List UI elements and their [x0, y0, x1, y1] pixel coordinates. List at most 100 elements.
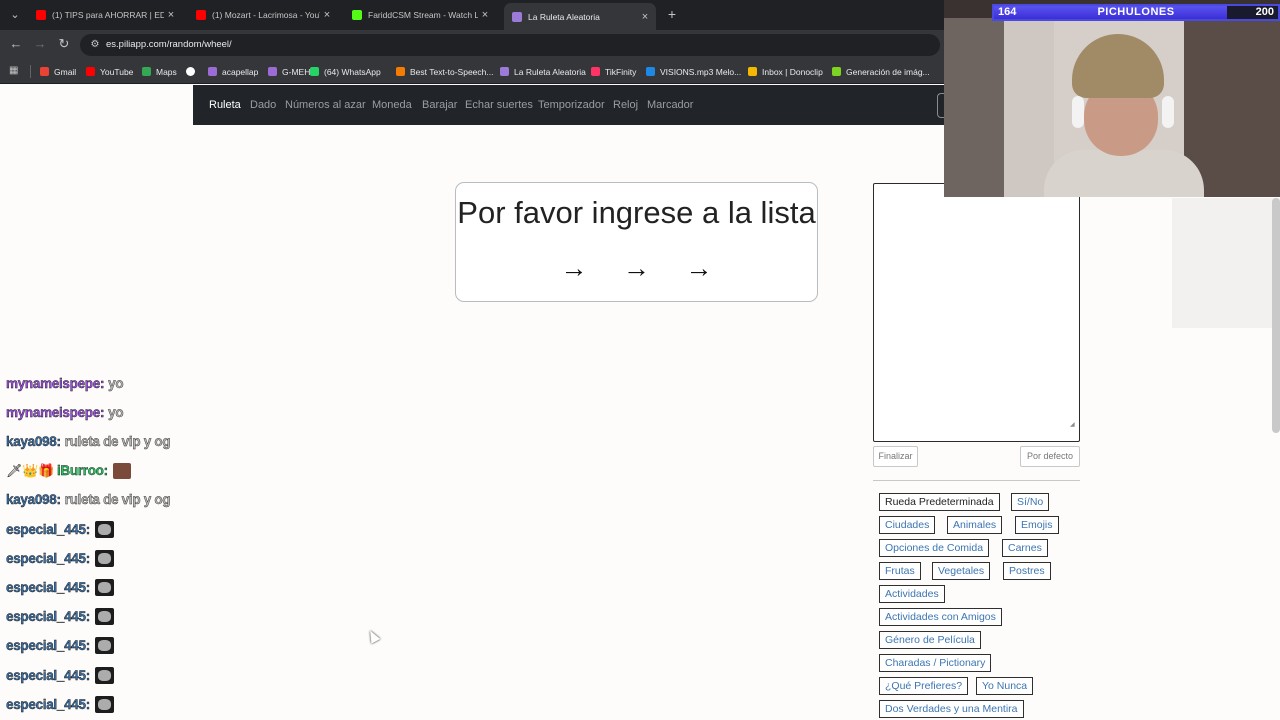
browser-tab[interactable]: La Ruleta Aleatoria ×	[504, 3, 656, 30]
bookmark-icon	[310, 67, 319, 76]
bookmark-icon	[832, 67, 841, 76]
preset-button[interactable]: ¿Qué Prefieres?	[879, 677, 969, 695]
chat-message: kaya098: ruleta de vip y og	[6, 431, 171, 451]
chat-username: especial_445:	[6, 696, 91, 712]
chat-message: especial_445:	[6, 519, 114, 539]
chat-message: mynameispepe: yo	[6, 373, 124, 393]
bookmark-icon	[40, 67, 49, 76]
nav-item[interactable]: Barajar	[422, 85, 457, 126]
preset-button[interactable]: Animales	[947, 516, 1003, 534]
bookmark-icon	[591, 67, 600, 76]
bookmark-label: acapellap	[222, 66, 259, 77]
bookmark-label: Inbox | Donoclip	[762, 66, 823, 77]
preset-button[interactable]: Frutas	[879, 562, 921, 580]
wheel-placeholder[interactable]: Por favor ingrese a la lista → → →	[455, 182, 818, 302]
browser-tab[interactable]: (1) Mozart - Lacrimosa - YouTu ×	[188, 4, 338, 26]
preset-button[interactable]: Vegetales	[932, 562, 991, 580]
bookmark-item[interactable]: Generación de imág...	[832, 59, 930, 84]
nav-item[interactable]: Reloj	[613, 85, 638, 126]
forward-arrow-icon[interactable]: →	[32, 36, 48, 52]
bookmark-item[interactable]: Best Text-to-Speech...	[396, 59, 493, 84]
troll-emote-icon	[94, 637, 114, 655]
bookmark-label: VISIONS.mp3 Melo...	[660, 66, 742, 77]
bookmark-item[interactable]	[186, 59, 200, 84]
webcam-feed	[944, 0, 1280, 197]
preset-button[interactable]: Postres	[1003, 562, 1051, 580]
tab-title: La Ruleta Aleatoria	[528, 11, 600, 22]
close-tab-icon[interactable]: ×	[638, 11, 652, 23]
stream-goal-bar: PICHULONES 164 200	[992, 4, 1280, 21]
goal-target: 200	[1255, 6, 1274, 18]
bookmark-icon	[186, 67, 195, 76]
preset-button[interactable]: Opciones de Comida	[879, 539, 990, 557]
chat-message: especial_445:	[6, 665, 114, 685]
preset-button[interactable]: Sí/No	[1011, 493, 1050, 511]
bookmark-item[interactable]: VISIONS.mp3 Melo...	[646, 59, 741, 84]
address-bar[interactable]: ⚙ es.piliapp.com/random/wheel/	[80, 34, 940, 56]
finalize-button[interactable]: Finalizar	[873, 446, 918, 467]
bookmarks-bar: ▦ Gmail YouTube Maps acapellap G-MEH (64) Wha…	[0, 59, 944, 84]
bookmark-item[interactable]: (64) WhatsApp	[310, 59, 381, 84]
bookmark-item[interactable]: G-MEH	[268, 59, 310, 84]
bookmark-item[interactable]: La Ruleta Aleatoria	[500, 59, 586, 84]
bookmark-item[interactable]: Gmail	[40, 59, 76, 84]
nav-item[interactable]: Echar suertes	[465, 85, 533, 126]
bookmark-item[interactable]: YouTube	[86, 59, 133, 84]
preset-button[interactable]: Ciudades	[879, 516, 936, 534]
tab-title: FariddCSM Stream - Watch Live	[368, 10, 478, 20]
site-info-icon[interactable]: ⚙	[88, 38, 102, 52]
new-tab-plus-icon[interactable]: +	[664, 5, 680, 23]
preset-button[interactable]: Rueda Predeterminada	[879, 493, 1000, 511]
nav-item[interactable]: Números al azar	[285, 85, 366, 126]
page-scrollbar[interactable]	[1272, 198, 1280, 433]
troll-emote-icon	[94, 608, 114, 626]
bookmark-item[interactable]: Maps	[142, 59, 177, 84]
nav-item[interactable]: Marcador	[647, 85, 693, 126]
chat-text: yo	[108, 375, 124, 391]
browser-tab[interactable]: (1) TIPS para AHORRAR | EDUC×	[28, 4, 182, 26]
bookmark-label: YouTube	[100, 66, 134, 77]
chat-username: kaya098:	[6, 492, 61, 508]
preset-button[interactable]: Actividades	[879, 585, 945, 603]
default-button[interactable]: Por defecto	[1020, 446, 1080, 467]
kick-icon	[352, 10, 362, 20]
nav-item[interactable]: Temporizador	[538, 85, 605, 126]
chat-username: especial_445:	[6, 550, 91, 566]
bookmark-icon	[142, 67, 151, 76]
apps-grid-icon[interactable]: ▦	[9, 65, 21, 77]
nav-item[interactable]: Ruleta	[209, 85, 241, 126]
chat-message: especial_445:	[6, 548, 114, 568]
close-tab-icon[interactable]: ×	[478, 9, 492, 21]
chat-username: especial_445:	[6, 609, 91, 625]
bookmarks-divider	[30, 65, 31, 78]
navbar-toggle-button[interactable]	[937, 93, 944, 118]
preset-button[interactable]: Género de Película	[879, 631, 981, 649]
chat-text: ruleta de vip y og	[64, 492, 171, 508]
bookmark-label: Maps	[156, 66, 177, 77]
bookmark-icon	[396, 67, 405, 76]
bookmark-item[interactable]: TikFinity	[591, 59, 636, 84]
close-tab-icon[interactable]: ×	[320, 9, 334, 21]
preset-button[interactable]: Actividades con Amigos	[879, 608, 1002, 626]
close-tab-icon[interactable]: ×	[164, 9, 178, 21]
preset-button[interactable]: Charadas / Pictionary	[879, 654, 992, 672]
tab-search-chevron-icon[interactable]: ⌄	[6, 6, 24, 24]
preset-button[interactable]: Emojis	[1015, 516, 1059, 534]
bookmark-icon	[86, 67, 95, 76]
preset-button[interactable]: Carnes	[1002, 539, 1048, 557]
url-text[interactable]: es.piliapp.com/random/wheel/	[106, 34, 232, 56]
reload-icon[interactable]: ↻	[56, 36, 72, 52]
site-navbar: Ruleta Dado Números al azar Moneda Barajar Ec…	[193, 85, 944, 125]
chat-username: especial_445:	[6, 667, 91, 683]
preset-button[interactable]: Dos Verdades y una Mentira	[879, 700, 1024, 718]
troll-emote-icon	[94, 666, 114, 684]
wheel-options-input[interactable]	[873, 183, 1080, 442]
resize-handle-icon[interactable]: ◢	[1070, 421, 1075, 428]
preset-button[interactable]: Yo Nunca	[976, 677, 1034, 695]
bookmark-item[interactable]: acapellap	[208, 59, 258, 84]
nav-item[interactable]: Dado	[250, 85, 276, 126]
nav-item[interactable]: Moneda	[372, 85, 412, 126]
bookmark-item[interactable]: Inbox | Donoclip	[748, 59, 823, 84]
back-arrow-icon[interactable]: ←	[8, 36, 24, 52]
browser-tab[interactable]: FariddCSM Stream - Watch Live ×	[344, 4, 496, 26]
